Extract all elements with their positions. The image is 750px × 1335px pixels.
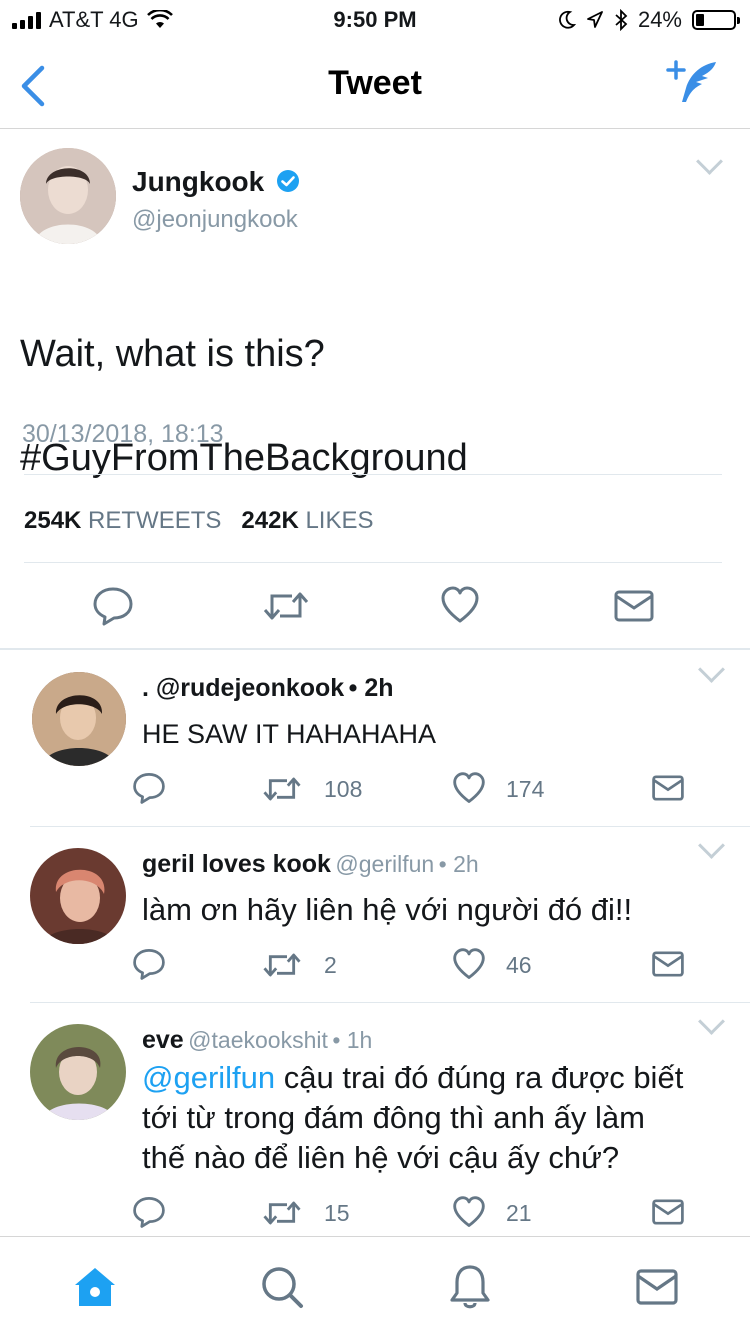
divider bbox=[0, 648, 750, 650]
reply-text: làm ơn hãy liên hệ với người đó đi!! bbox=[142, 892, 633, 927]
reply-text-line1: @gerilfun cậu trai đó đúng ra được biết bbox=[142, 1058, 683, 1098]
direct-message-icon[interactable] bbox=[614, 590, 654, 622]
compose-button[interactable] bbox=[664, 58, 720, 113]
status-bar: AT&T 4G 9:50 PM 24% bbox=[0, 0, 750, 40]
compose-tweet-icon bbox=[666, 60, 716, 102]
divider bbox=[30, 1002, 750, 1003]
notifications-bell-icon[interactable] bbox=[448, 1263, 492, 1311]
retweets-stat[interactable]: 254K RETWEETS bbox=[24, 507, 221, 534]
like-heart-icon[interactable] bbox=[440, 586, 480, 624]
reply-avatar[interactable] bbox=[30, 848, 126, 944]
reply-age: • 2h bbox=[438, 851, 479, 877]
likes-stat[interactable]: 242K LIKES bbox=[241, 507, 373, 534]
home-icon[interactable] bbox=[72, 1265, 118, 1309]
retweet-icon[interactable] bbox=[262, 1198, 302, 1228]
reply-author-name[interactable]: eve bbox=[142, 1026, 184, 1054]
retweet-icon[interactable] bbox=[262, 774, 302, 804]
mention-link[interactable]: @gerilfun bbox=[142, 1060, 275, 1095]
reply-header: eve @taekookshit • 1h bbox=[142, 1026, 372, 1055]
reply-text-line2: tới từ trong đám đông thì anh ấy làm bbox=[142, 1100, 645, 1135]
tweet-text: Wait, what is this? #GuyFromTheBackgroun… bbox=[20, 276, 468, 536]
author-avatar[interactable] bbox=[20, 148, 116, 244]
verified-badge-icon bbox=[277, 170, 300, 192]
reply-text: @gerilfun cậu trai đó đúng ra được biết … bbox=[142, 1058, 683, 1178]
avatar-image bbox=[30, 1024, 126, 1120]
moon-icon bbox=[559, 10, 576, 29]
retweet-icon[interactable] bbox=[262, 950, 302, 980]
reply-icon[interactable] bbox=[132, 1196, 166, 1228]
like-heart-icon[interactable] bbox=[452, 772, 486, 804]
bluetooth-icon bbox=[615, 9, 628, 31]
tweet-text-line1: Wait, what is this? bbox=[20, 333, 325, 375]
battery-icon bbox=[692, 10, 740, 30]
reply-text: HE SAW IT HAHAHAHA bbox=[142, 719, 437, 749]
chevron-down-icon[interactable] bbox=[698, 656, 725, 683]
reply-icon[interactable] bbox=[92, 586, 134, 626]
divider bbox=[24, 562, 722, 563]
reply-author-handle[interactable]: @taekookshit bbox=[188, 1027, 328, 1053]
search-icon[interactable] bbox=[260, 1265, 304, 1309]
reply-age: • 2h bbox=[348, 674, 394, 702]
retweet-count: 2 bbox=[324, 952, 337, 978]
reply-avatar[interactable] bbox=[30, 1024, 126, 1120]
location-arrow-icon bbox=[587, 11, 603, 28]
author-name[interactable]: Jungkook bbox=[132, 166, 300, 198]
like-heart-icon[interactable] bbox=[452, 1196, 486, 1228]
battery-percent: 24% bbox=[637, 7, 682, 32]
retweet-count: 108 bbox=[324, 776, 363, 802]
tab-bar bbox=[0, 1236, 750, 1335]
like-heart-icon[interactable] bbox=[452, 948, 486, 980]
status-right: 24% bbox=[558, 7, 740, 33]
direct-message-icon[interactable] bbox=[652, 1198, 684, 1226]
divider bbox=[30, 826, 750, 827]
reply-text-line3: thế nào để liên hệ với cậu ấy chứ? bbox=[142, 1140, 620, 1175]
avatar-image bbox=[30, 848, 126, 944]
retweet-count: 15 bbox=[324, 1200, 350, 1226]
avatar-image bbox=[32, 672, 126, 766]
direct-message-icon[interactable] bbox=[652, 774, 684, 802]
author-name-text: Jungkook bbox=[132, 166, 265, 197]
nav-bar: Tweet bbox=[0, 40, 750, 129]
chevron-down-icon[interactable] bbox=[698, 832, 725, 859]
likes-count: 242K bbox=[241, 507, 299, 534]
reply-author-handle[interactable]: @gerilfun bbox=[335, 851, 434, 877]
likes-label: LIKES bbox=[305, 507, 374, 534]
like-count: 21 bbox=[506, 1200, 532, 1226]
author-handle[interactable]: @jeonjungkook bbox=[132, 206, 298, 234]
page-title: Tweet bbox=[328, 64, 422, 102]
reply-icon[interactable] bbox=[132, 948, 166, 980]
reply-header: . @rudejeonkook • 2h bbox=[142, 674, 394, 703]
tweet-timestamp: 30/13/2018, 18:13 bbox=[22, 420, 224, 448]
avatar-image bbox=[20, 148, 116, 244]
divider bbox=[24, 474, 722, 475]
reply-icon[interactable] bbox=[132, 772, 166, 804]
messages-icon[interactable] bbox=[636, 1269, 678, 1305]
like-count: 46 bbox=[506, 952, 532, 978]
chevron-down-icon[interactable] bbox=[696, 148, 723, 175]
reply-author-name[interactable]: . @rudejeonkook bbox=[142, 674, 344, 702]
retweets-label: RETWEETS bbox=[88, 507, 222, 534]
reply-avatar[interactable] bbox=[32, 672, 126, 766]
tweet-stats: 254K RETWEETS 242K LIKES bbox=[24, 507, 374, 535]
chevron-down-icon[interactable] bbox=[698, 1008, 725, 1035]
reply-author-name[interactable]: geril loves kook bbox=[142, 850, 331, 878]
reply-header: geril loves kook @gerilfun • 2h bbox=[142, 850, 479, 879]
reply-text-part: cậu trai đó đúng ra được biết bbox=[275, 1060, 684, 1095]
reply-age: • 1h bbox=[332, 1027, 373, 1053]
direct-message-icon[interactable] bbox=[652, 950, 684, 978]
like-count: 174 bbox=[506, 776, 545, 802]
retweet-icon[interactable] bbox=[262, 588, 310, 624]
retweets-count: 254K bbox=[24, 507, 82, 534]
